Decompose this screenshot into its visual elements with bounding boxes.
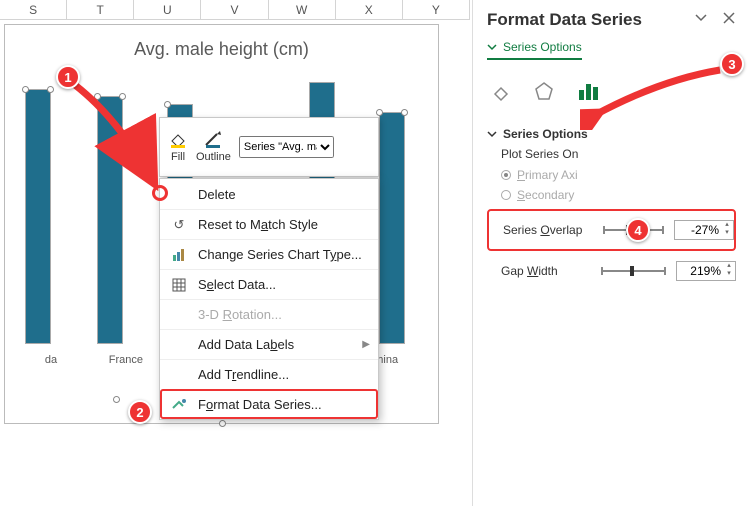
menu-select-data[interactable]: Select Data...	[160, 269, 378, 299]
menu-change-chart-type[interactable]: Change Series Chart Type...	[160, 239, 378, 269]
gap-width-row: Gap Width ▴▾	[487, 255, 736, 287]
chart-title[interactable]: Avg. male height (cm)	[5, 25, 438, 66]
menu-3d-rotation: 3-D Rotation...	[160, 299, 378, 329]
col-t[interactable]: T	[67, 0, 134, 19]
arrow-3	[580, 60, 730, 130]
column-headers: S T U V W X Y	[0, 0, 470, 20]
grid-icon	[170, 278, 188, 292]
chevron-down-icon[interactable]	[694, 10, 708, 30]
callout-1: 1	[56, 65, 80, 89]
pane-title: Format Data Series	[487, 10, 642, 30]
effects-icon[interactable]	[533, 80, 555, 105]
spin-down-icon[interactable]: ▾	[724, 270, 734, 277]
col-s[interactable]: S	[0, 0, 67, 19]
col-u[interactable]: U	[134, 0, 201, 19]
mini-toolbar: Fill Outline Series "Avg. ma	[159, 117, 379, 177]
menu-add-data-labels[interactable]: Add Data Labels▶	[160, 329, 378, 359]
bar-1[interactable]	[25, 89, 51, 344]
callout-2: 2	[128, 400, 152, 424]
menu-format-data-series[interactable]: Format Data Series...	[160, 389, 378, 419]
col-y[interactable]: Y	[403, 0, 470, 19]
col-w[interactable]: W	[269, 0, 336, 19]
menu-reset[interactable]: ↺Reset to Match Style	[160, 209, 378, 239]
arrow-1	[60, 70, 180, 210]
fill-line-icon[interactable]	[489, 80, 511, 105]
series-select[interactable]: Series "Avg. ma	[239, 136, 334, 158]
series-overlap-row: Series Overlap ▴▾	[489, 214, 734, 246]
chart-icon	[170, 248, 188, 262]
radio-secondary-axis: Secondary	[487, 185, 736, 205]
chevron-right-icon: ▶	[362, 339, 370, 350]
callout-3: 3	[720, 52, 744, 76]
spin-down-icon[interactable]: ▾	[722, 229, 732, 236]
gap-slider[interactable]	[601, 270, 666, 272]
format-icon	[170, 398, 188, 412]
callout-4: 4	[626, 218, 650, 242]
close-icon[interactable]	[722, 10, 736, 30]
radio-primary-axis: Primary Axi	[487, 165, 736, 185]
spin-up-icon[interactable]: ▴	[724, 262, 734, 269]
col-v[interactable]: V	[201, 0, 268, 19]
context-menu: Delete ↺Reset to Match Style Change Seri…	[159, 178, 379, 420]
outline-button[interactable]: Outline	[196, 131, 231, 163]
reset-icon: ↺	[170, 217, 188, 233]
col-x[interactable]: X	[336, 0, 403, 19]
menu-add-trendline[interactable]: Add Trendline...	[160, 359, 378, 389]
bar-5[interactable]	[379, 112, 405, 344]
tab-series-options[interactable]: Series Options	[487, 40, 582, 60]
plot-series-on-label: Plot Series On	[487, 147, 736, 161]
spin-up-icon[interactable]: ▴	[722, 221, 732, 228]
menu-delete[interactable]: Delete	[160, 179, 378, 209]
